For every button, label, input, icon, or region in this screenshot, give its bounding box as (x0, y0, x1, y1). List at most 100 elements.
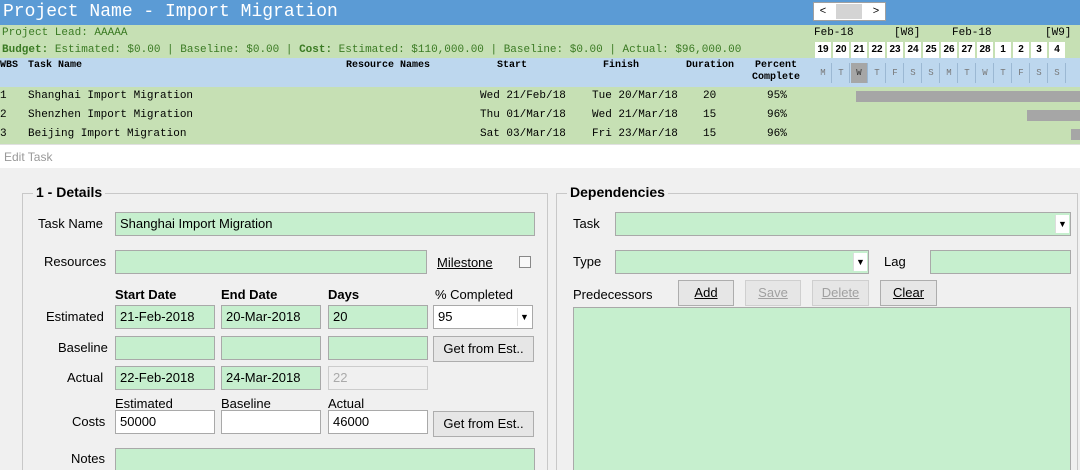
task-name: Beijing Import Migration (28, 128, 187, 140)
get-from-est-dates-button[interactable]: Get from Est.. (433, 336, 534, 362)
end-date-header: End Date (221, 287, 278, 302)
pct-completed-value: 95 (438, 309, 453, 324)
task-percent: 95% (767, 90, 787, 102)
gantt-weekday-cell: S (905, 63, 922, 83)
gantt-weekday-cell: T (833, 63, 850, 83)
act-end-input[interactable]: 24-Mar-2018 (221, 366, 321, 390)
scroll-thumb[interactable] (836, 4, 862, 19)
cost-base-input[interactable] (221, 410, 321, 434)
est-end-input[interactable]: 20-Mar-2018 (221, 305, 321, 329)
estimated-label: Estimated (46, 309, 104, 324)
gantt-day-cell: 3 (1031, 42, 1048, 58)
gantt-day-cell: 22 (869, 42, 886, 58)
dep-type-select[interactable]: ▼ (615, 250, 869, 274)
gantt-weekday-cell: S (923, 63, 940, 83)
task-duration: 15 (703, 128, 717, 140)
task-name: Shanghai Import Migration (28, 90, 194, 102)
gantt-day-row: 19 20 21 22 23 24 25 26 27 28 1 2 3 4 (812, 42, 1080, 58)
gantt-task-bar[interactable] (856, 91, 1080, 102)
predecessors-list[interactable] (573, 307, 1071, 470)
dep-task-select[interactable]: ▼ (615, 212, 1071, 236)
scroll-left-icon[interactable]: < (816, 3, 830, 20)
est-days-input[interactable]: 20 (328, 305, 428, 329)
col-percent-line1: Percent (755, 60, 798, 71)
cost-est-input[interactable]: 50000 (115, 410, 215, 434)
base-start-input[interactable] (115, 336, 215, 360)
gantt-month-label: Feb-18 (814, 27, 854, 39)
task-finish: Fri 23/Mar/18 (592, 128, 678, 140)
gantt-month-row: Feb-18 [W8] Feb-18 [W9] (812, 25, 1080, 42)
dialog-title: Edit Task (0, 144, 1080, 168)
gantt-day-cell: 27 (959, 42, 976, 58)
gantt-day-cell: 28 (977, 42, 994, 58)
budget-values: Estimated: $0.00 | Baseline: $0.00 | (48, 44, 300, 56)
get-from-est-costs-button[interactable]: Get from Est.. (433, 411, 534, 437)
resources-label: Resources (44, 254, 107, 269)
task-wbs: 3 (0, 128, 7, 140)
task-duration: 15 (703, 109, 717, 121)
gantt-day-cell: 21 (851, 42, 868, 58)
chevron-down-icon[interactable]: ▼ (853, 253, 867, 271)
dep-task-label: Task (573, 216, 600, 231)
task-name-input[interactable]: Shanghai Import Migration (115, 212, 535, 236)
resources-input[interactable] (115, 250, 427, 274)
act-start-input[interactable]: 22-Feb-2018 (115, 366, 215, 390)
cost-act-input[interactable]: 46000 (328, 410, 428, 434)
delete-button[interactable]: Delete (812, 280, 869, 306)
col-percent-line2: Complete (752, 72, 801, 83)
milestone-checkbox[interactable] (519, 256, 531, 268)
task-name: Shenzhen Import Migration (28, 109, 194, 121)
add-button[interactable]: Add (678, 280, 734, 306)
baseline-label: Baseline (58, 340, 108, 355)
edit-task-dialog: 1 - Details Task Name Shanghai Import Mi… (0, 168, 1080, 470)
table-row[interactable]: 3 Beijing Import Migration Sat 03/Mar/18… (0, 125, 812, 144)
col-finish: Finish (603, 60, 640, 71)
gantt-weekday-cell: W (977, 63, 994, 83)
pct-completed-select[interactable]: 95 ▼ (433, 305, 533, 329)
dep-type-label: Type (573, 254, 602, 269)
notes-label: Notes (71, 451, 105, 466)
cost-label: Cost: (299, 44, 333, 56)
est-start-input[interactable]: 21-Feb-2018 (115, 305, 215, 329)
milestone-label: Milestone (437, 255, 493, 270)
col-resource-names: Resource Names (346, 60, 431, 71)
chevron-down-icon[interactable]: ▼ (1055, 215, 1069, 233)
gantt-day-cell: 4 (1049, 42, 1066, 58)
dep-lag-input[interactable] (930, 250, 1071, 274)
chevron-down-icon[interactable]: ▼ (517, 308, 531, 326)
task-wbs: 2 (0, 109, 7, 121)
col-start: Start (497, 60, 528, 71)
base-end-input[interactable] (221, 336, 321, 360)
base-days-input[interactable] (328, 336, 428, 360)
scroll-right-icon[interactable]: > (869, 3, 883, 20)
cost-estimated-header: Estimated (115, 396, 173, 411)
gantt-task-bar[interactable] (1027, 110, 1080, 121)
task-wbs: 1 (0, 90, 7, 102)
col-wbs: WBS (0, 60, 19, 71)
predecessors-label: Predecessors (573, 287, 653, 302)
task-finish: Tue 20/Mar/18 (592, 90, 678, 102)
gantt-day-cell: 26 (941, 42, 958, 58)
gantt-weekday-cell: S (1049, 63, 1066, 83)
notes-input[interactable] (115, 448, 535, 470)
col-task-name: Task Name (28, 60, 83, 71)
gantt-weekday-row: MTWTFSSMTWTFSS (812, 58, 1080, 87)
gantt-week-label: [W9] (1045, 27, 1072, 39)
task-table-header: WBS Task Name Resource Names Start Finis… (0, 58, 812, 87)
gantt-task-bar[interactable] (1070, 129, 1080, 140)
gantt-today-cell: W (851, 63, 868, 83)
gantt-scroller[interactable]: < > (813, 2, 886, 21)
details-title: 1 - Details (33, 184, 106, 200)
clear-button[interactable]: Clear (880, 280, 937, 306)
gantt-weekday-cell: F (887, 63, 904, 83)
gantt-weekday-cell: M (815, 63, 832, 83)
task-start: Thu 01/Mar/18 (480, 109, 566, 121)
gantt-weekday-cell: T (995, 63, 1012, 83)
project-title: Project Name - Import Migration (0, 0, 812, 25)
table-row[interactable]: 2 Shenzhen Import Migration Thu 01/Mar/1… (0, 106, 812, 125)
gantt-day-cell: 25 (923, 42, 940, 58)
col-duration: Duration (686, 60, 735, 71)
task-finish: Wed 21/Mar/18 (592, 109, 678, 121)
table-row[interactable]: 1 Shanghai Import Migration Wed 21/Feb/1… (0, 87, 812, 106)
save-button[interactable]: Save (745, 280, 801, 306)
